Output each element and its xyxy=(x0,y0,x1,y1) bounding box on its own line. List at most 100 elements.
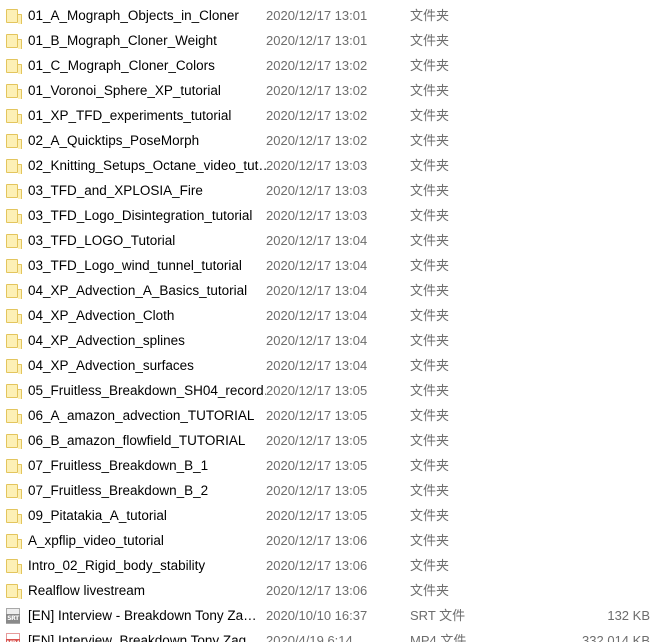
file-name-cell[interactable]: 03_TFD_Logo_wind_tunnel_tutorial xyxy=(5,258,266,274)
folder-icon xyxy=(5,433,22,449)
file-list[interactable]: 01_A_Mograph_Objects_in_Cloner 2020/12/17… xyxy=(0,0,666,642)
file-row[interactable]: 09_Pitatakia_A_tutorial 2020/12/17 13:05 文… xyxy=(0,503,666,528)
file-row[interactable]: 04_XP_Advection_splines 2020/12/17 13:04 文… xyxy=(0,328,666,353)
file-name-cell[interactable]: 06_B_amazon_flowfield_TUTORIAL xyxy=(5,433,266,449)
document-glyph: SRT xyxy=(6,607,20,624)
file-row[interactable]: 02_Knitting_Setups_Octane_video_tut… 2020… xyxy=(0,153,666,178)
date-modified-cell: 2020/12/17 13:05 xyxy=(266,482,368,498)
date-modified-cell: 2020/12/17 13:04 xyxy=(266,232,368,248)
file-name-label: 05_Fruitless_Breakdown_SH04_record… xyxy=(28,382,266,398)
file-name-cell[interactable]: 01_A_Mograph_Objects_in_Cloner xyxy=(5,8,266,24)
file-name-cell[interactable]: 09_Pitatakia_A_tutorial xyxy=(5,508,266,524)
file-name-cell[interactable]: SRT [EN] Interview - Breakdown Tony Za… xyxy=(5,607,266,624)
file-row[interactable]: 07_Fruitless_Breakdown_B_1 2020/12/17 13:… xyxy=(0,453,666,478)
file-name-cell[interactable]: 02_Knitting_Setups_Octane_video_tut… xyxy=(5,158,266,174)
file-row[interactable]: 04_XP_Advection_Cloth 2020/12/17 13:04 文件夹 xyxy=(0,303,666,328)
file-name-cell[interactable]: 02_A_Quicktips_PoseMorph xyxy=(5,133,266,149)
file-row[interactable]: 03_TFD_Logo_Disintegration_tutorial 2020/… xyxy=(0,203,666,228)
file-name-cell[interactable]: 04_XP_Advection_surfaces xyxy=(5,358,266,374)
file-row[interactable]: 01_Voronoi_Sphere_XP_tutorial 2020/12/17 … xyxy=(0,78,666,103)
file-name-cell[interactable]: 04_XP_Advection_splines xyxy=(5,333,266,349)
file-row[interactable]: SRT [EN] Interview - Breakdown Tony Za… 20… xyxy=(0,603,666,628)
file-row[interactable]: 06_A_amazon_advection_TUTORIAL 2020/12/17… xyxy=(0,403,666,428)
file-row[interactable]: 02_A_Quicktips_PoseMorph 2020/12/17 13:02… xyxy=(0,128,666,153)
folder-icon xyxy=(5,8,22,24)
folder-glyph xyxy=(6,108,22,124)
file-name-cell[interactable]: 07_Fruitless_Breakdown_B_1 xyxy=(5,458,266,474)
file-row[interactable]: 01_A_Mograph_Objects_in_Cloner 2020/12/17… xyxy=(0,3,666,28)
folder-glyph xyxy=(6,158,22,174)
file-row[interactable]: 04_XP_Advection_surfaces 2020/12/17 13:04… xyxy=(0,353,666,378)
file-type-cell: 文件夹 xyxy=(410,332,450,348)
file-row[interactable]: 05_Fruitless_Breakdown_SH04_record… 2020/… xyxy=(0,378,666,403)
file-row[interactable]: Realflow livestream 2020/12/17 13:06 文件夹 xyxy=(0,578,666,603)
file-row[interactable]: A_xpflip_video_tutorial 2020/12/17 13:06 文… xyxy=(0,528,666,553)
file-row[interactable]: 03_TFD_LOGO_Tutorial 2020/12/17 13:04 文件夹 xyxy=(0,228,666,253)
file-row[interactable]: 04_XP_Advection_A_Basics_tutorial 2020/12… xyxy=(0,278,666,303)
file-name-cell[interactable]: 01_Voronoi_Sphere_XP_tutorial xyxy=(5,83,266,99)
folder-glyph xyxy=(6,83,22,99)
date-modified-cell: 2020/12/17 13:01 xyxy=(266,7,368,23)
file-name-label: [EN] Interview - Breakdown Tony Za… xyxy=(28,607,257,623)
file-name-label: 04_XP_Advection_Cloth xyxy=(28,307,175,323)
file-name-cell[interactable]: 01_B_Mograph_Cloner_Weight xyxy=(5,33,266,49)
folder-icon xyxy=(5,183,22,199)
file-name-cell[interactable]: 01_C_Mograph_Cloner_Colors xyxy=(5,58,266,74)
folder-icon xyxy=(5,208,22,224)
file-name-cell[interactable]: 07_Fruitless_Breakdown_B_2 xyxy=(5,483,266,499)
file-name-cell[interactable]: 04_XP_Advection_Cloth xyxy=(5,308,266,324)
file-type-cell: 文件夹 xyxy=(410,207,450,223)
folder-icon xyxy=(5,33,22,49)
date-modified-cell: 2020/12/17 13:04 xyxy=(266,332,368,348)
folder-icon xyxy=(5,483,22,499)
file-row[interactable]: 01_C_Mograph_Cloner_Colors 2020/12/17 13:… xyxy=(0,53,666,78)
file-row[interactable]: 01_XP_TFD_experiments_tutorial 2020/12/17… xyxy=(0,103,666,128)
folder-glyph xyxy=(6,358,22,374)
folder-glyph xyxy=(6,508,22,524)
file-row[interactable]: MP4 [EN] Interview_Breakdown Tony Zag… 202… xyxy=(0,628,666,642)
file-name-cell[interactable]: Intro_02_Rigid_body_stability xyxy=(5,558,266,574)
file-row[interactable]: 06_B_amazon_flowfield_TUTORIAL 2020/12/17… xyxy=(0,428,666,453)
file-type-cell: 文件夹 xyxy=(410,282,450,298)
folder-glyph xyxy=(6,383,22,399)
file-name-cell[interactable]: 04_XP_Advection_A_Basics_tutorial xyxy=(5,283,266,299)
date-modified-cell: 2020/12/17 13:01 xyxy=(266,32,368,48)
date-modified-cell: 2020/12/17 13:03 xyxy=(266,182,368,198)
folder-glyph xyxy=(6,8,22,24)
file-name-cell[interactable]: Realflow livestream xyxy=(5,583,266,599)
file-name-label: 01_Voronoi_Sphere_XP_tutorial xyxy=(28,82,221,98)
folder-glyph xyxy=(6,558,22,574)
file-name-cell[interactable]: 01_XP_TFD_experiments_tutorial xyxy=(5,108,266,124)
file-name-label: 07_Fruitless_Breakdown_B_1 xyxy=(28,457,209,473)
file-row[interactable]: 03_TFD_and_XPLOSIA_Fire 2020/12/17 13:03 文… xyxy=(0,178,666,203)
file-name-label: 01_C_Mograph_Cloner_Colors xyxy=(28,57,215,73)
folder-icon xyxy=(5,158,22,174)
file-row[interactable]: 03_TFD_Logo_wind_tunnel_tutorial 2020/12/… xyxy=(0,253,666,278)
file-name-cell[interactable]: 06_A_amazon_advection_TUTORIAL xyxy=(5,408,266,424)
file-row[interactable]: Intro_02_Rigid_body_stability 2020/12/17 … xyxy=(0,553,666,578)
folder-icon xyxy=(5,83,22,99)
file-name-cell[interactable]: 03_TFD_Logo_Disintegration_tutorial xyxy=(5,208,266,224)
file-name-label: 06_B_amazon_flowfield_TUTORIAL xyxy=(28,432,246,448)
file-name-cell[interactable]: 05_Fruitless_Breakdown_SH04_record… xyxy=(5,383,266,399)
file-type-cell: 文件夹 xyxy=(410,157,450,173)
folder-glyph xyxy=(6,408,22,424)
file-row[interactable]: 07_Fruitless_Breakdown_B_2 2020/12/17 13:… xyxy=(0,478,666,503)
mp4-file-icon: MP4 xyxy=(5,632,21,642)
folder-glyph xyxy=(6,433,22,449)
file-type-cell: 文件夹 xyxy=(410,507,450,523)
document-format-label: MP4 xyxy=(6,638,20,642)
folder-glyph xyxy=(6,258,22,274)
date-modified-cell: 2020/10/10 16:37 xyxy=(266,607,368,623)
file-name-cell[interactable]: 03_TFD_LOGO_Tutorial xyxy=(5,233,266,249)
file-name-label: 07_Fruitless_Breakdown_B_2 xyxy=(28,482,209,498)
file-name-cell[interactable]: 03_TFD_and_XPLOSIA_Fire xyxy=(5,183,266,199)
date-modified-cell: 2020/12/17 13:02 xyxy=(266,107,368,123)
file-name-cell[interactable]: MP4 [EN] Interview_Breakdown Tony Zag… xyxy=(5,632,266,642)
file-name-cell[interactable]: A_xpflip_video_tutorial xyxy=(5,533,266,549)
folder-icon xyxy=(5,108,22,124)
file-row[interactable]: 01_B_Mograph_Cloner_Weight 2020/12/17 13:… xyxy=(0,28,666,53)
file-name-label: 03_TFD_LOGO_Tutorial xyxy=(28,232,176,248)
file-name-label: 03_TFD_Logo_wind_tunnel_tutorial xyxy=(28,257,242,273)
file-name-label: 04_XP_Advection_splines xyxy=(28,332,185,348)
